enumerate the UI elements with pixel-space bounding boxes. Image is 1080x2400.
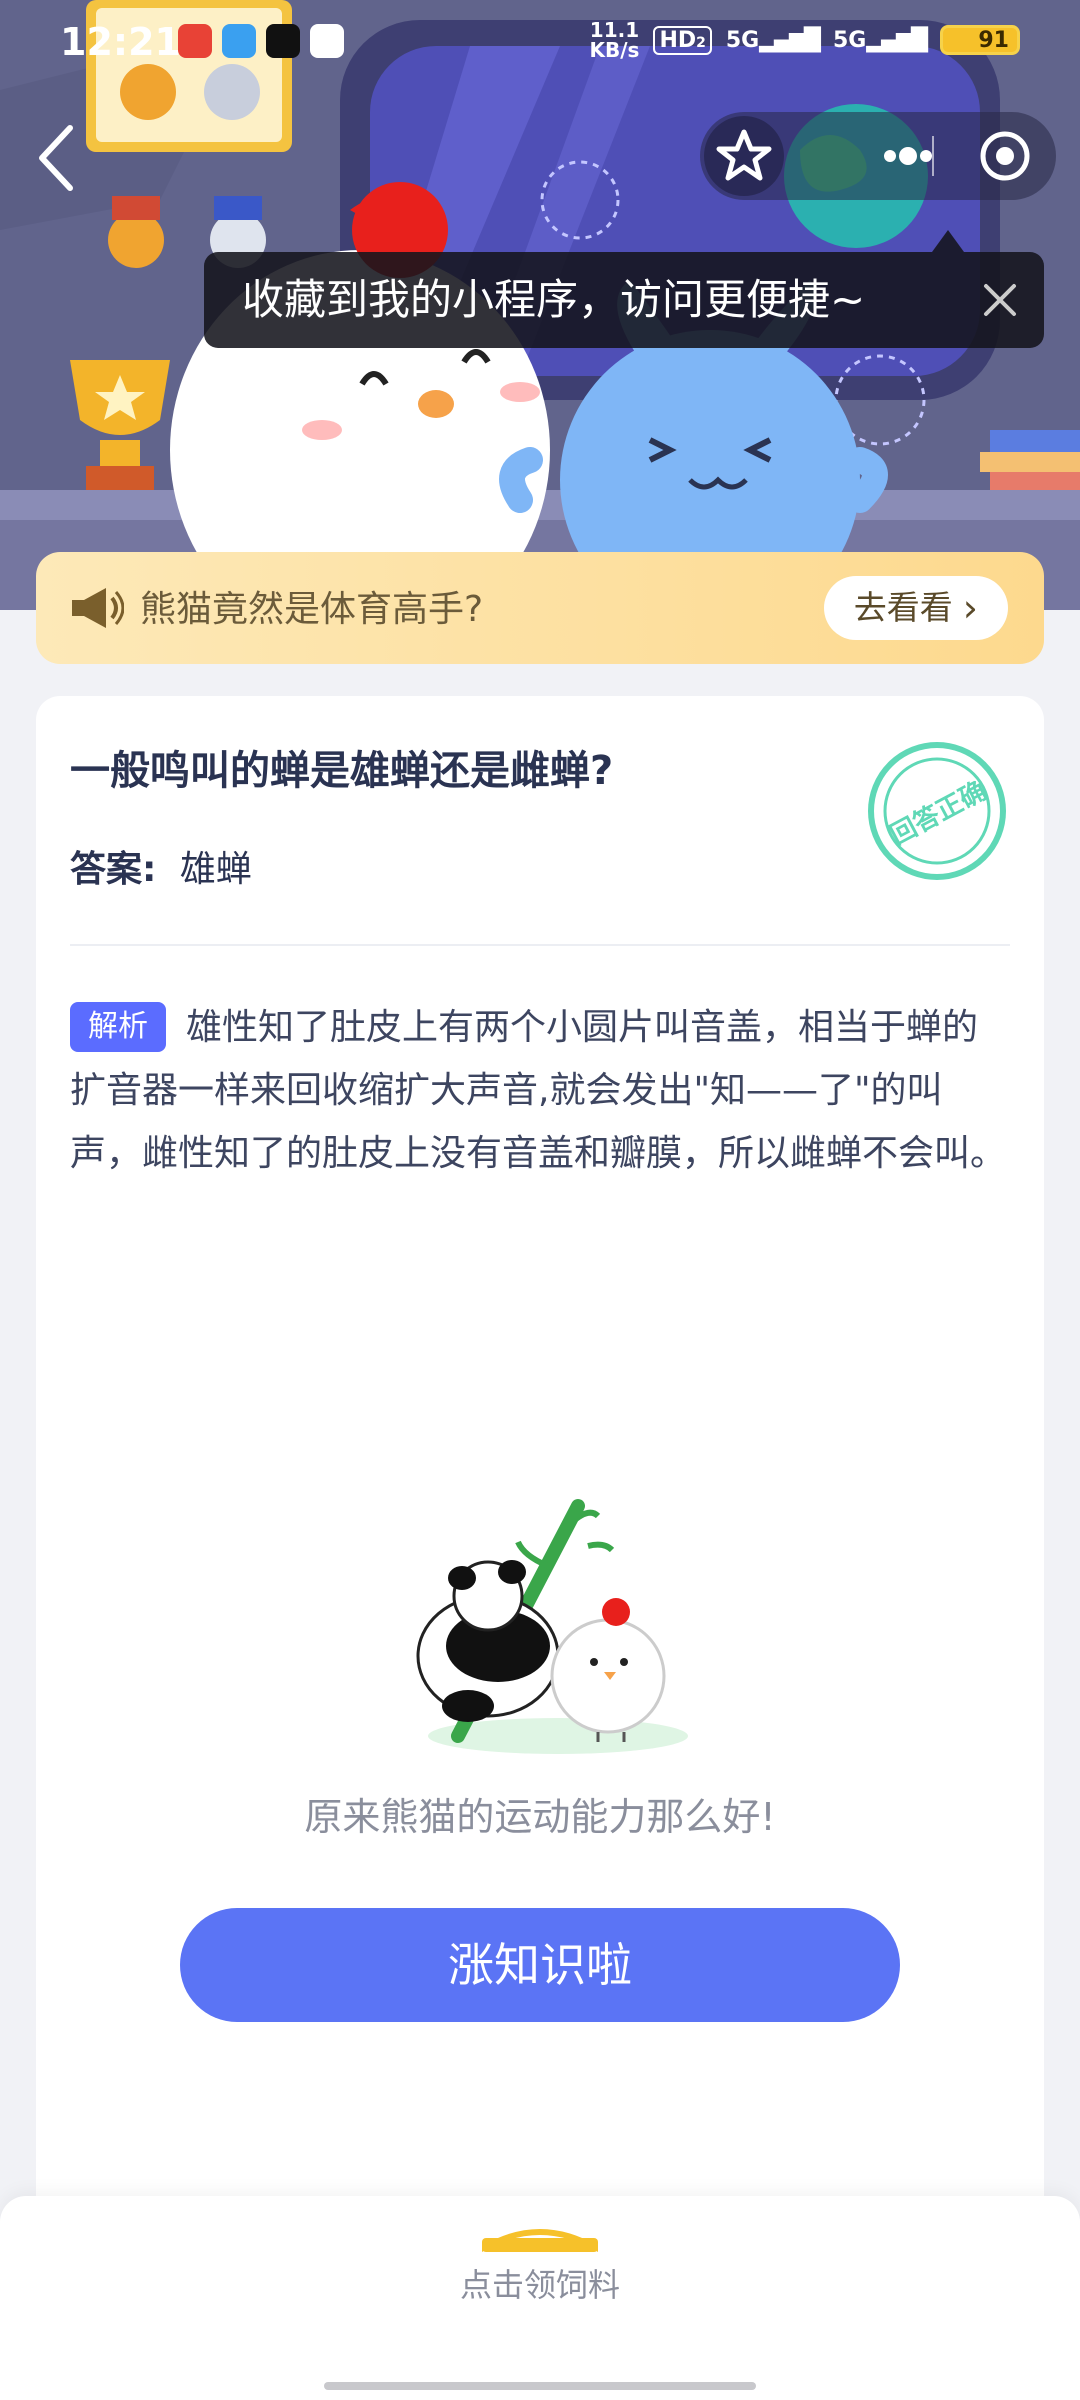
answer-value: 雄蝉 <box>179 849 252 890</box>
notification-icons <box>178 24 344 58</box>
app-notification-icon <box>178 24 212 58</box>
hd-icon: HD2 <box>653 25 712 55</box>
analysis-badge: 解析 <box>70 1002 166 1052</box>
back-button[interactable] <box>28 118 88 198</box>
tooltip-text: 收藏到我的小程序，访问更便捷~ <box>242 275 866 324</box>
message-notification-icon <box>310 24 344 58</box>
capsule-divider <box>932 136 934 176</box>
video-app-notification-icon <box>222 24 256 58</box>
announcement-text: 熊猫竟然是体育高手? <box>140 589 484 630</box>
tooltip-arrow <box>932 230 964 252</box>
question-title: 一般鸣叫的蝉是雄蝉还是雌蝉? <box>70 748 614 794</box>
chevron-right-icon: › <box>962 586 978 630</box>
analysis-text: 雄性知了肚皮上有两个小圆片叫音盖，相当于蝉的扩音器一样来回收缩扩大声音,就会发出… <box>70 1007 1007 1174</box>
favorite-tooltip: 收藏到我的小程序，访问更便捷~ <box>204 230 1044 348</box>
network-speed: 11.1 KB/s <box>589 18 640 62</box>
svg-text:回答正确: 回答正确 <box>885 775 991 851</box>
correct-answer-stamp: 回答正确 <box>868 742 1006 880</box>
megaphone-icon <box>72 588 124 628</box>
chevron-left-icon <box>39 125 73 191</box>
answer-card: 一般鸣叫的蝉是雄蝉还是雌蝉? 答案: 雄蝉 回答正确 解析 雄性知了肚皮上有两个小… <box>36 696 1044 2236</box>
go-see-button[interactable]: 去看看 › <box>823 576 1008 640</box>
more-button[interactable] <box>850 112 960 200</box>
answer-label: 答案: <box>70 849 157 890</box>
battery-indicator: 91 <box>940 25 1020 55</box>
bottom-bar: 点击领饲料 <box>0 2196 1080 2400</box>
signal-5g-1-icon: 5G▂▄▆█ <box>725 27 821 53</box>
mini-program-capsule <box>700 112 1056 200</box>
card-divider <box>70 944 1010 946</box>
tiktok-notification-icon <box>266 24 300 58</box>
status-time: 12:21 <box>60 20 181 64</box>
claim-feed-tab[interactable]: 点击领饲料 <box>0 2260 1080 2306</box>
go-see-label: 去看看 <box>853 588 953 627</box>
answer-row: 答案: 雄蝉 <box>70 840 252 892</box>
analysis-block: 解析 雄性知了肚皮上有两个小圆片叫音盖，相当于蝉的扩音器一样来回收缩扩大声音,就会… <box>70 996 1010 1185</box>
announcement-bar[interactable]: 熊猫竟然是体育高手? 去看看 › <box>36 552 1044 664</box>
close-mini-program-button[interactable] <box>960 116 1050 196</box>
close-icon[interactable] <box>976 276 1024 324</box>
star-icon <box>716 129 772 181</box>
signal-5g-2-icon: 5G▂▄▆█ <box>832 27 928 53</box>
target-circle-icon <box>980 131 1030 181</box>
favorite-button[interactable] <box>704 116 784 196</box>
feed-tab-icon[interactable] <box>480 2218 600 2254</box>
got-it-button[interactable]: 涨知识啦 <box>180 1908 900 2022</box>
panda-chick-illustration <box>416 1499 688 1754</box>
hero-banner: 12:21 11.1 KB/s HD2 5G▂▄▆█ 5G▂▄▆█ 91 收藏到… <box>0 0 1080 610</box>
more-dots-icon <box>884 147 932 165</box>
home-indicator[interactable] <box>324 2382 756 2390</box>
illustration-caption: 原来熊猫的运动能力那么好! <box>304 1795 776 1839</box>
status-bar: 12:21 11.1 KB/s HD2 5G▂▄▆█ 5G▂▄▆█ 91 <box>0 0 1080 84</box>
status-right: 11.1 KB/s HD2 5G▂▄▆█ 5G▂▄▆█ 91 <box>589 20 1020 60</box>
